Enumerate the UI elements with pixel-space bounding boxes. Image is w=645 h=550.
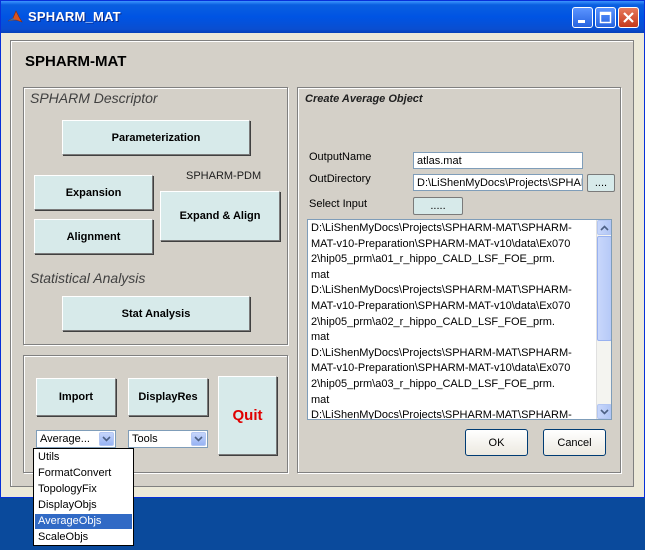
title-bar[interactable]: SPHARM_MAT [1, 1, 644, 33]
expand-align-button[interactable]: Expand & Align [160, 191, 280, 241]
alignment-button[interactable]: Alignment [34, 219, 153, 254]
maximize-button[interactable] [595, 7, 616, 28]
dropdown-option-utils[interactable]: Utils [35, 450, 132, 465]
scroll-up-button[interactable] [597, 220, 611, 235]
operations-select-value: Average... [40, 433, 90, 445]
statistical-analysis-title: Statistical Analysis [28, 270, 148, 286]
descriptor-panel: SPHARM Descriptor Parameterization Expan… [23, 87, 288, 345]
quit-button[interactable]: Quit [218, 376, 277, 455]
stat-analysis-button[interactable]: Stat Analysis [62, 296, 250, 331]
list-item[interactable]: MAT-v10-Preparation\SPHARM-MAT-v10\data\… [311, 238, 570, 250]
out-directory-label: OutDirectory [307, 171, 405, 189]
import-button[interactable]: Import [36, 378, 116, 416]
tools-select-value: Tools [132, 433, 158, 445]
create-average-title: Create Average Object [303, 93, 425, 105]
dropdown-option-formatconvert[interactable]: FormatConvert [35, 466, 132, 481]
select-input-label: Select Input [307, 196, 405, 214]
displayres-button[interactable]: DisplayRes [128, 378, 208, 416]
matlab-logo-icon [7, 10, 23, 23]
minimize-icon [578, 20, 585, 23]
scroll-thumb[interactable] [597, 236, 611, 341]
list-item[interactable]: D:\LiShenMyDocs\Projects\SPHARM-MAT\SPHA… [311, 284, 572, 296]
dropdown-option-displayobjs[interactable]: DisplayObjs [35, 498, 132, 513]
parameterization-button[interactable]: Parameterization [62, 120, 250, 155]
list-item[interactable]: D:\LiShenMyDocs\Projects\SPHARM-MAT\SPHA… [311, 347, 572, 359]
dropdown-option-topologyfix[interactable]: TopologyFix [35, 482, 132, 497]
list-item[interactable]: mat [311, 269, 329, 281]
dropdown-option-scaleobjs[interactable]: ScaleObjs [35, 530, 132, 545]
operations-select[interactable]: Average... [36, 430, 116, 448]
browse-directory-button[interactable]: .... [587, 174, 615, 192]
input-file-list[interactable]: D:\LiShenMyDocs\Projects\SPHARM-MAT\SPHA… [307, 219, 612, 420]
cancel-button[interactable]: Cancel [543, 429, 606, 456]
expansion-button[interactable]: Expansion [34, 175, 153, 210]
list-item[interactable]: 2\hip05_prm\a02_r_hippo_CALD_LSF_FOE_prm… [311, 316, 555, 328]
window-title: SPHARM_MAT [28, 9, 121, 24]
spharm-pdm-label: SPHARM-PDM [186, 170, 262, 182]
descriptor-panel-title: SPHARM Descriptor [28, 90, 160, 106]
list-item[interactable]: MAT-v10-Preparation\SPHARM-MAT-v10\data\… [311, 362, 570, 374]
list-item[interactable]: D:\LiShenMyDocs\Projects\SPHARM-MAT\SPHA… [311, 409, 572, 419]
dropdown-option-averageobjs[interactable]: AverageObjs [35, 514, 132, 529]
chevron-down-icon [600, 408, 609, 415]
client-area: SPHARM-MAT SPHARM Descriptor Parameteriz… [5, 33, 640, 495]
output-name-input[interactable]: atlas.mat [413, 152, 583, 169]
list-item[interactable]: 2\hip05_prm\a03_r_hippo_CALD_LSF_FOE_prm… [311, 378, 555, 390]
output-name-label: OutputName [307, 149, 405, 167]
ok-button[interactable]: OK [465, 429, 528, 456]
operations-dropdown-list: Utils FormatConvert TopologyFix DisplayObjs… [33, 448, 134, 546]
close-icon [623, 12, 634, 23]
app-title: SPHARM-MAT [25, 53, 127, 70]
chevron-down-icon[interactable] [191, 432, 206, 446]
list-item[interactable]: mat [311, 331, 329, 343]
create-average-panel: Create Average Object OutputName atlas.m… [297, 87, 621, 473]
list-scrollbar[interactable] [596, 220, 611, 419]
out-directory-input[interactable]: D:\LiShenMyDocs\Projects\SPHARM [413, 174, 583, 191]
tools-select[interactable]: Tools [128, 430, 208, 448]
list-item[interactable]: D:\LiShenMyDocs\Projects\SPHARM-MAT\SPHA… [311, 222, 572, 234]
app-window: SPHARM_MAT SPHARM-MAT SPHARM Descriptor … [0, 0, 645, 498]
close-button[interactable] [618, 7, 639, 28]
list-item[interactable]: 2\hip05_prm\a01_r_hippo_CALD_LSF_FOE_prm… [311, 253, 555, 265]
list-item[interactable]: mat [311, 394, 329, 406]
chevron-down-icon[interactable] [99, 432, 114, 446]
minimize-button[interactable] [572, 7, 593, 28]
list-item[interactable]: MAT-v10-Preparation\SPHARM-MAT-v10\data\… [311, 300, 570, 312]
maximize-icon [599, 11, 612, 24]
main-frame: SPHARM-MAT SPHARM Descriptor Parameteriz… [10, 40, 634, 487]
scroll-down-button[interactable] [597, 404, 611, 419]
browse-input-button[interactable]: ..... [413, 197, 463, 215]
chevron-up-icon [600, 224, 609, 231]
